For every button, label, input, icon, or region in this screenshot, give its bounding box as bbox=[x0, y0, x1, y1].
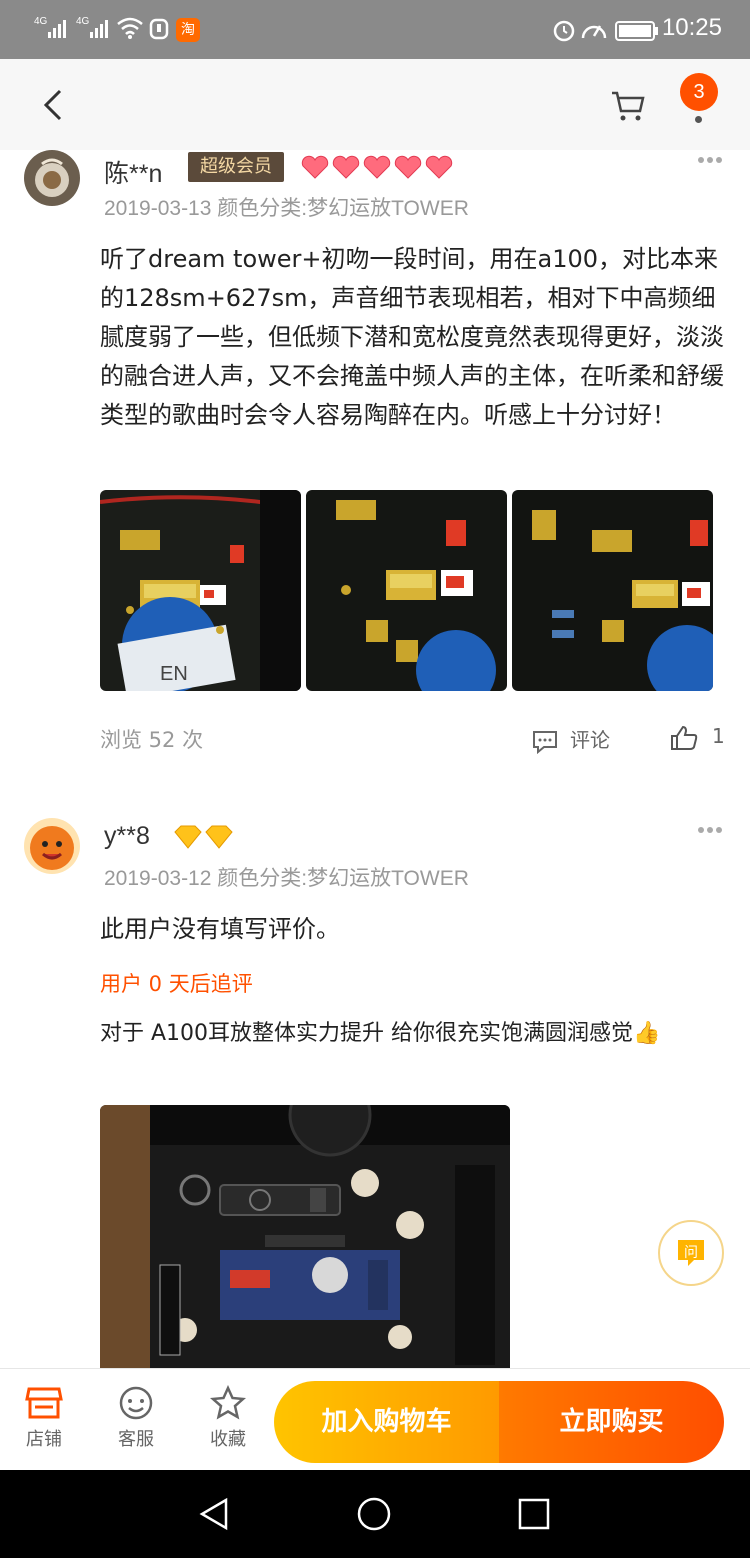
avatar[interactable] bbox=[24, 818, 80, 874]
followup-title: 用户 0 天后追评 bbox=[100, 972, 253, 996]
comment-icon bbox=[533, 730, 557, 754]
buy-now-button[interactable]: 立即购买 bbox=[499, 1381, 724, 1463]
like-count: 1 bbox=[712, 724, 725, 748]
review-date: 2019-03-13 bbox=[104, 197, 212, 220]
review-text: 此用户没有填写评价。 bbox=[100, 915, 340, 943]
add-to-cart-button[interactable]: 加入购物车 bbox=[274, 1381, 499, 1463]
svg-text:EN: EN bbox=[160, 663, 188, 685]
heart-level-icon bbox=[301, 155, 453, 179]
status-bar: 4G 4G 淘 10:25 bbox=[0, 0, 750, 59]
review-text: 听了dream tower+初吻一段时间，用在a100，对比本来的128sm+6… bbox=[100, 245, 724, 429]
favorite-label: 收藏 bbox=[210, 1429, 246, 1450]
followup-photo[interactable] bbox=[100, 1105, 510, 1368]
review-meta: 2019-03-13 颜色分类:梦幻运放TOWER bbox=[104, 192, 469, 222]
thumbs-up-icon bbox=[671, 725, 698, 750]
comment-label: 评论 bbox=[570, 728, 610, 752]
more-icon[interactable] bbox=[697, 156, 723, 164]
svg-text:4G: 4G bbox=[76, 16, 90, 27]
review-sku: 颜色分类:梦幻运放TOWER bbox=[217, 867, 469, 890]
qa-float-button[interactable]: 问 bbox=[658, 1220, 724, 1286]
system-nav-bar bbox=[0, 1470, 750, 1558]
service-label: 客服 bbox=[118, 1429, 154, 1450]
qa-label: 问 bbox=[684, 1245, 698, 1261]
more-dot bbox=[695, 116, 702, 123]
comment-button[interactable]: 评论 bbox=[532, 724, 610, 754]
circuit-board-photo: EN bbox=[100, 490, 301, 691]
review-username: 陈**n bbox=[104, 160, 163, 188]
review-photo-3[interactable] bbox=[512, 490, 713, 691]
review-date: 2019-03-12 bbox=[104, 867, 212, 890]
diamond-level-icon bbox=[174, 825, 233, 849]
back-arrow-icon[interactable] bbox=[38, 87, 68, 123]
signal-icon: 4G bbox=[34, 16, 66, 38]
svg-text:4G: 4G bbox=[34, 16, 48, 27]
nav-back-icon[interactable] bbox=[196, 1496, 232, 1532]
review-meta: 2019-03-12 颜色分类:梦幻运放TOWER bbox=[104, 862, 469, 892]
avatar-image bbox=[24, 150, 80, 206]
shop-icon bbox=[25, 1387, 63, 1419]
more-icon[interactable] bbox=[697, 826, 723, 834]
circuit-board-photo bbox=[306, 490, 507, 691]
favorite-button[interactable]: 收藏 bbox=[198, 1385, 258, 1451]
review-photo-1[interactable]: EN bbox=[100, 490, 301, 691]
status-time: 10:25 bbox=[661, 14, 722, 41]
message-count-badge[interactable]: 3 bbox=[680, 73, 718, 111]
review-username: y**8 bbox=[104, 822, 150, 850]
followup-text: 对于 A100耳放整体实力提升 给你很充实饱满圆润感觉👍 bbox=[100, 1021, 661, 1046]
circuit-board-photo bbox=[512, 490, 713, 691]
wifi-icon bbox=[117, 17, 143, 39]
speed-icon bbox=[581, 25, 607, 39]
shop-label: 店铺 bbox=[26, 1429, 62, 1450]
amplifier-photo bbox=[100, 1105, 510, 1368]
alarm-icon bbox=[553, 20, 575, 42]
nav-recents-icon[interactable] bbox=[516, 1496, 552, 1532]
customer-service-icon bbox=[119, 1386, 153, 1420]
cart-icon[interactable] bbox=[610, 89, 646, 123]
notification-icon bbox=[149, 18, 169, 40]
header: 3 bbox=[0, 59, 750, 150]
review-2: y**8 2019-03-12 颜色分类:梦幻运放TOWER 此用户没有填写评价… bbox=[0, 818, 750, 1368]
vip-badge: 超级会员 bbox=[188, 152, 284, 182]
review-photo-2[interactable] bbox=[306, 490, 507, 691]
taobao-app-icon: 淘 bbox=[176, 18, 200, 42]
question-icon: 问 bbox=[678, 1240, 704, 1266]
battery-icon bbox=[615, 21, 658, 41]
shop-button[interactable]: 店铺 bbox=[14, 1385, 74, 1451]
nav-home-icon[interactable] bbox=[356, 1496, 392, 1532]
avatar-image bbox=[24, 818, 80, 874]
review-1: 陈**n 超级会员 2019-03-13 颜色分类:梦幻运放TOWER 听了dr… bbox=[0, 150, 750, 790]
bottom-action-bar: 店铺 客服 收藏 加入购物车 立即购买 bbox=[0, 1368, 750, 1470]
review-sku: 颜色分类:梦幻运放TOWER bbox=[217, 197, 469, 220]
star-icon bbox=[209, 1385, 247, 1420]
like-button[interactable]: 1 bbox=[670, 724, 725, 751]
view-count: 浏览 52 次 bbox=[100, 728, 204, 752]
signal-icon-2: 4G bbox=[76, 16, 108, 38]
service-button[interactable]: 客服 bbox=[106, 1385, 166, 1451]
avatar[interactable] bbox=[24, 150, 80, 206]
